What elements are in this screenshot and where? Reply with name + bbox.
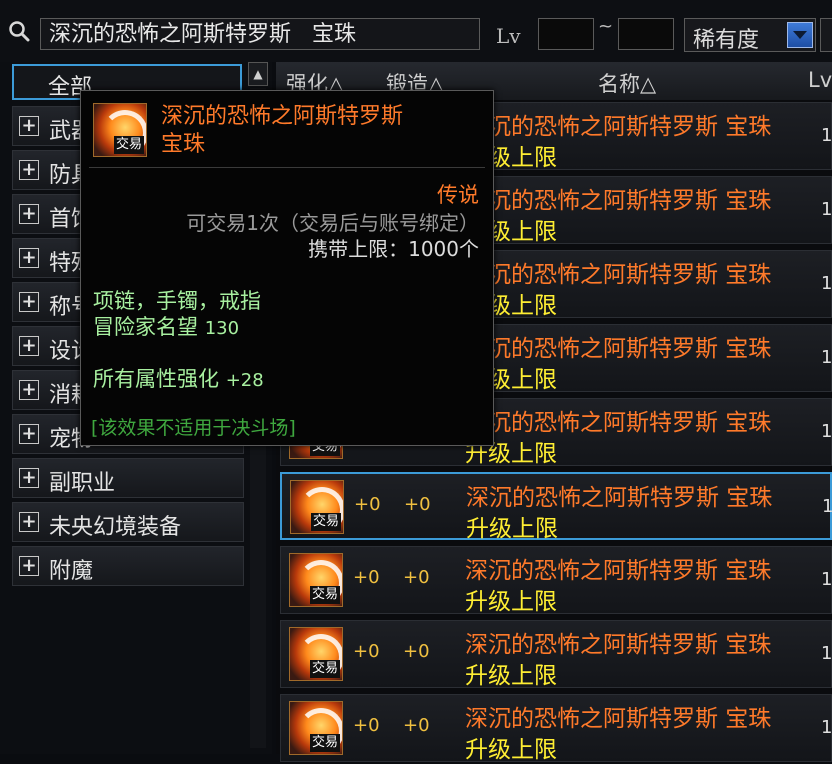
trade-badge: 交易 bbox=[114, 136, 145, 154]
item-name: 深沉的恐怖之阿斯特罗斯 宝珠 bbox=[465, 706, 772, 732]
item-level: 1 bbox=[821, 569, 832, 590]
item-level: 1 bbox=[821, 421, 832, 442]
item-level: 1 bbox=[821, 273, 832, 294]
extra-filter-box[interactable] bbox=[820, 18, 832, 52]
tooltip-adventurer: 冒险家名望 130 bbox=[93, 311, 239, 341]
category-item-label: 未央幻境装备 bbox=[49, 515, 182, 540]
category-item-10[interactable]: + 附魔 bbox=[12, 546, 244, 586]
expand-plus-icon[interactable]: + bbox=[19, 336, 39, 356]
item-name: 深沉的恐怖之阿斯特罗斯 宝珠 bbox=[465, 632, 772, 658]
item-name: 深沉的恐怖之阿斯特罗斯 宝珠 bbox=[465, 262, 772, 288]
expand-plus-icon[interactable]: + bbox=[19, 204, 39, 224]
item-name: 深沉的恐怖之阿斯特罗斯 宝珠 bbox=[465, 114, 772, 140]
item-name: 深沉的恐怖之阿斯特罗斯 宝珠 bbox=[466, 485, 773, 511]
level-separator: ~ bbox=[598, 16, 614, 37]
enhance-value: +0 bbox=[353, 567, 380, 588]
tooltip-note: [该效果不适用于决斗场] bbox=[91, 417, 296, 439]
trade-badge: 交易 bbox=[310, 734, 341, 752]
scroll-up-button[interactable]: ▲ bbox=[248, 62, 268, 86]
item-name: 深沉的恐怖之阿斯特罗斯 宝珠 bbox=[465, 336, 772, 362]
forge-value: +0 bbox=[404, 494, 431, 515]
header-name[interactable]: 名称△ bbox=[598, 68, 656, 98]
expand-plus-icon[interactable]: + bbox=[19, 248, 39, 268]
table-row[interactable]: 交易 +0 +0 深沉的恐怖之阿斯特罗斯 宝珠升级上限 1 bbox=[280, 546, 832, 615]
trade-badge: 交易 bbox=[310, 660, 341, 678]
expand-plus-icon[interactable]: + bbox=[19, 160, 39, 180]
item-level: 1 bbox=[822, 496, 832, 517]
tooltip-rarity: 传说 bbox=[437, 183, 479, 207]
item-name: 深沉的恐怖之阿斯特罗斯 宝珠 bbox=[465, 188, 772, 214]
expand-plus-icon[interactable]: + bbox=[19, 380, 39, 400]
tooltip-trade-info: 可交易1次（交易后与账号绑定） bbox=[186, 211, 479, 235]
expand-plus-icon[interactable]: + bbox=[19, 512, 39, 532]
search-icon[interactable] bbox=[8, 20, 30, 42]
orb-item-icon[interactable]: 交易 bbox=[290, 480, 344, 534]
tooltip-adventurer-value: 130 bbox=[204, 318, 240, 339]
tooltip-divider bbox=[89, 167, 485, 168]
level-min-input[interactable] bbox=[538, 18, 594, 50]
item-subtitle: 升级上限 bbox=[465, 589, 557, 615]
table-row[interactable]: 交易 +0 +0 深沉的恐怖之阿斯特罗斯 宝珠升级上限 1 bbox=[280, 472, 832, 542]
category-item-label: 副职业 bbox=[49, 471, 116, 496]
expand-plus-icon[interactable]: + bbox=[19, 292, 39, 312]
tooltip-carry-limit: 携带上限：1000个 bbox=[308, 237, 479, 261]
enhance-value: +0 bbox=[353, 641, 380, 662]
item-level: 1 bbox=[821, 643, 832, 664]
category-item-9[interactable]: + 未央幻境装备 bbox=[12, 502, 244, 542]
enhance-value: +0 bbox=[353, 715, 380, 736]
orb-item-icon: 交易 bbox=[93, 103, 147, 157]
category-item-label: 附魔 bbox=[49, 559, 94, 584]
category-item-8[interactable]: + 副职业 bbox=[12, 458, 244, 498]
item-level: 1 bbox=[821, 125, 832, 146]
forge-value: +0 bbox=[403, 567, 430, 588]
trade-badge: 交易 bbox=[310, 586, 341, 604]
item-subtitle: 升级上限 bbox=[466, 516, 558, 542]
tooltip-title: 深沉的恐怖之阿斯特罗斯 宝珠 bbox=[161, 103, 403, 159]
enhance-value: +0 bbox=[354, 494, 381, 515]
expand-plus-icon[interactable]: + bbox=[19, 556, 39, 576]
item-subtitle: 升级上限 bbox=[465, 737, 557, 763]
level-label: Lv bbox=[496, 24, 521, 48]
rarity-dropdown[interactable]: 稀有度 bbox=[684, 18, 816, 53]
orb-item-icon[interactable]: 交易 bbox=[289, 701, 343, 755]
tooltip-title-line1: 深沉的恐怖之阿斯特罗斯 bbox=[161, 104, 404, 129]
item-level: 1 bbox=[821, 199, 832, 220]
tooltip-stat-label: 所有属性强化 bbox=[93, 367, 219, 391]
expand-plus-icon[interactable]: + bbox=[19, 116, 39, 136]
item-level: 1 bbox=[821, 717, 832, 738]
item-name: 深沉的恐怖之阿斯特罗斯 宝珠 bbox=[465, 558, 772, 584]
tooltip-adventurer-label: 冒险家名望 bbox=[93, 315, 198, 339]
level-max-input[interactable] bbox=[618, 18, 674, 50]
trade-badge: 交易 bbox=[311, 513, 342, 531]
item-level: 1 bbox=[821, 347, 832, 368]
chevron-down-icon bbox=[793, 31, 807, 39]
item-name: 深沉的恐怖之阿斯特罗斯 宝珠 bbox=[465, 410, 772, 436]
forge-value: +0 bbox=[403, 715, 430, 736]
forge-value: +0 bbox=[403, 641, 430, 662]
item-subtitle: 升级上限 bbox=[465, 663, 557, 689]
rarity-label: 稀有度 bbox=[693, 28, 760, 53]
expand-plus-icon[interactable]: + bbox=[19, 424, 39, 444]
tooltip-stat: 所有属性强化 +28 bbox=[93, 363, 264, 393]
table-row[interactable]: 交易 +0 +0 深沉的恐怖之阿斯特罗斯 宝珠升级上限 1 bbox=[280, 694, 832, 763]
expand-plus-icon[interactable]: + bbox=[19, 468, 39, 488]
orb-item-icon[interactable]: 交易 bbox=[289, 553, 343, 607]
item-tooltip: 交易 深沉的恐怖之阿斯特罗斯 宝珠 传说 可交易1次（交易后与账号绑定） 携带上… bbox=[80, 90, 494, 446]
orb-item-icon[interactable]: 交易 bbox=[289, 627, 343, 681]
header-level[interactable]: Lv bbox=[808, 68, 832, 92]
tooltip-stat-value: +28 bbox=[225, 370, 264, 391]
search-input[interactable]: 深沉的恐怖之阿斯特罗斯 宝珠 bbox=[40, 18, 480, 50]
rarity-dropdown-button[interactable] bbox=[787, 22, 813, 48]
tooltip-title-line2: 宝珠 bbox=[161, 132, 206, 157]
table-row[interactable]: 交易 +0 +0 深沉的恐怖之阿斯特罗斯 宝珠升级上限 1 bbox=[280, 620, 832, 689]
search-bar: 深沉的恐怖之阿斯特罗斯 宝珠 Lv ~ 稀有度 bbox=[0, 0, 832, 62]
